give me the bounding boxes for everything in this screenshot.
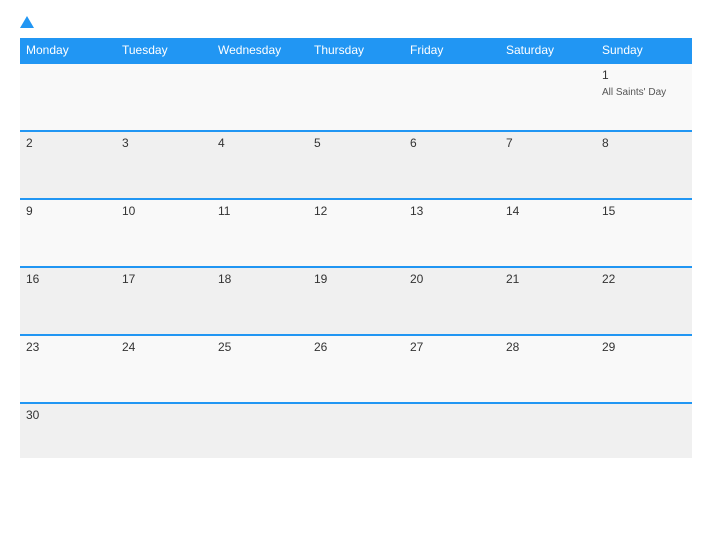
calendar-cell: 26 — [308, 335, 404, 403]
day-number: 8 — [602, 136, 686, 150]
calendar-cell: 13 — [404, 199, 500, 267]
calendar-cell: 23 — [20, 335, 116, 403]
calendar-cell: 7 — [500, 131, 596, 199]
day-number: 16 — [26, 272, 110, 286]
day-number: 13 — [410, 204, 494, 218]
weekday-header-row: MondayTuesdayWednesdayThursdayFridaySatu… — [20, 38, 692, 63]
calendar-cell: 21 — [500, 267, 596, 335]
day-number: 10 — [122, 204, 206, 218]
calendar-cell — [212, 63, 308, 131]
event-label: All Saints' Day — [602, 87, 666, 98]
day-number: 22 — [602, 272, 686, 286]
calendar-cell: 2 — [20, 131, 116, 199]
calendar-cell: 6 — [404, 131, 500, 199]
calendar-cell: 4 — [212, 131, 308, 199]
calendar-week-row: 30 — [20, 403, 692, 458]
logo-blue-text — [20, 16, 36, 28]
calendar-cell: 15 — [596, 199, 692, 267]
day-number: 19 — [314, 272, 398, 286]
day-number: 4 — [218, 136, 302, 150]
calendar-cell: 10 — [116, 199, 212, 267]
calendar-cell — [308, 63, 404, 131]
calendar-cell: 24 — [116, 335, 212, 403]
calendar-cell: 9 — [20, 199, 116, 267]
calendar-wrapper: MondayTuesdayWednesdayThursdayFridaySatu… — [0, 0, 712, 550]
calendar-cell — [116, 403, 212, 458]
weekday-header-thursday: Thursday — [308, 38, 404, 63]
calendar-cell — [404, 63, 500, 131]
logo — [20, 16, 36, 28]
calendar-week-row: 1 All Saints' Day — [20, 63, 692, 131]
day-number: 17 — [122, 272, 206, 286]
calendar-cell: 20 — [404, 267, 500, 335]
calendar-week-row: 16 17 18 19 20 21 22 — [20, 267, 692, 335]
day-number: 12 — [314, 204, 398, 218]
weekday-header-wednesday: Wednesday — [212, 38, 308, 63]
day-number: 28 — [506, 340, 590, 354]
day-number: 14 — [506, 204, 590, 218]
calendar-cell — [20, 63, 116, 131]
day-number: 1 — [602, 68, 686, 82]
day-number: 25 — [218, 340, 302, 354]
day-number: 6 — [410, 136, 494, 150]
calendar-cell: 14 — [500, 199, 596, 267]
calendar-cell: 8 — [596, 131, 692, 199]
calendar-cell: 5 — [308, 131, 404, 199]
weekday-header-saturday: Saturday — [500, 38, 596, 63]
calendar-cell — [212, 403, 308, 458]
calendar-cell: 11 — [212, 199, 308, 267]
day-number: 9 — [26, 204, 110, 218]
day-number: 20 — [410, 272, 494, 286]
calendar-cell: 1 All Saints' Day — [596, 63, 692, 131]
day-number: 23 — [26, 340, 110, 354]
day-number: 2 — [26, 136, 110, 150]
calendar-cell — [500, 63, 596, 131]
calendar-week-row: 9 10 11 12 13 14 15 — [20, 199, 692, 267]
calendar-cell — [596, 403, 692, 458]
calendar-table: MondayTuesdayWednesdayThursdayFridaySatu… — [20, 38, 692, 458]
calendar-header — [20, 16, 692, 28]
calendar-cell: 29 — [596, 335, 692, 403]
day-number: 15 — [602, 204, 686, 218]
weekday-header-tuesday: Tuesday — [116, 38, 212, 63]
calendar-cell — [404, 403, 500, 458]
calendar-cell: 25 — [212, 335, 308, 403]
day-number: 26 — [314, 340, 398, 354]
calendar-cell: 22 — [596, 267, 692, 335]
day-number: 11 — [218, 204, 302, 218]
day-number: 24 — [122, 340, 206, 354]
day-number: 18 — [218, 272, 302, 286]
day-number: 30 — [26, 408, 110, 422]
calendar-cell: 19 — [308, 267, 404, 335]
calendar-cell — [116, 63, 212, 131]
day-number: 21 — [506, 272, 590, 286]
calendar-cell — [500, 403, 596, 458]
calendar-cell: 27 — [404, 335, 500, 403]
calendar-cell: 17 — [116, 267, 212, 335]
day-number: 29 — [602, 340, 686, 354]
calendar-week-row: 23 24 25 26 27 28 29 — [20, 335, 692, 403]
calendar-cell: 16 — [20, 267, 116, 335]
weekday-header-monday: Monday — [20, 38, 116, 63]
day-number: 3 — [122, 136, 206, 150]
calendar-cell: 18 — [212, 267, 308, 335]
calendar-cell: 28 — [500, 335, 596, 403]
calendar-cell: 3 — [116, 131, 212, 199]
weekday-header-sunday: Sunday — [596, 38, 692, 63]
calendar-cell — [308, 403, 404, 458]
logo-triangle-icon — [20, 16, 34, 28]
calendar-week-row: 2345678 — [20, 131, 692, 199]
calendar-cell: 30 — [20, 403, 116, 458]
calendar-cell: 12 — [308, 199, 404, 267]
weekday-header-friday: Friday — [404, 38, 500, 63]
day-number: 5 — [314, 136, 398, 150]
day-number: 7 — [506, 136, 590, 150]
day-number: 27 — [410, 340, 494, 354]
